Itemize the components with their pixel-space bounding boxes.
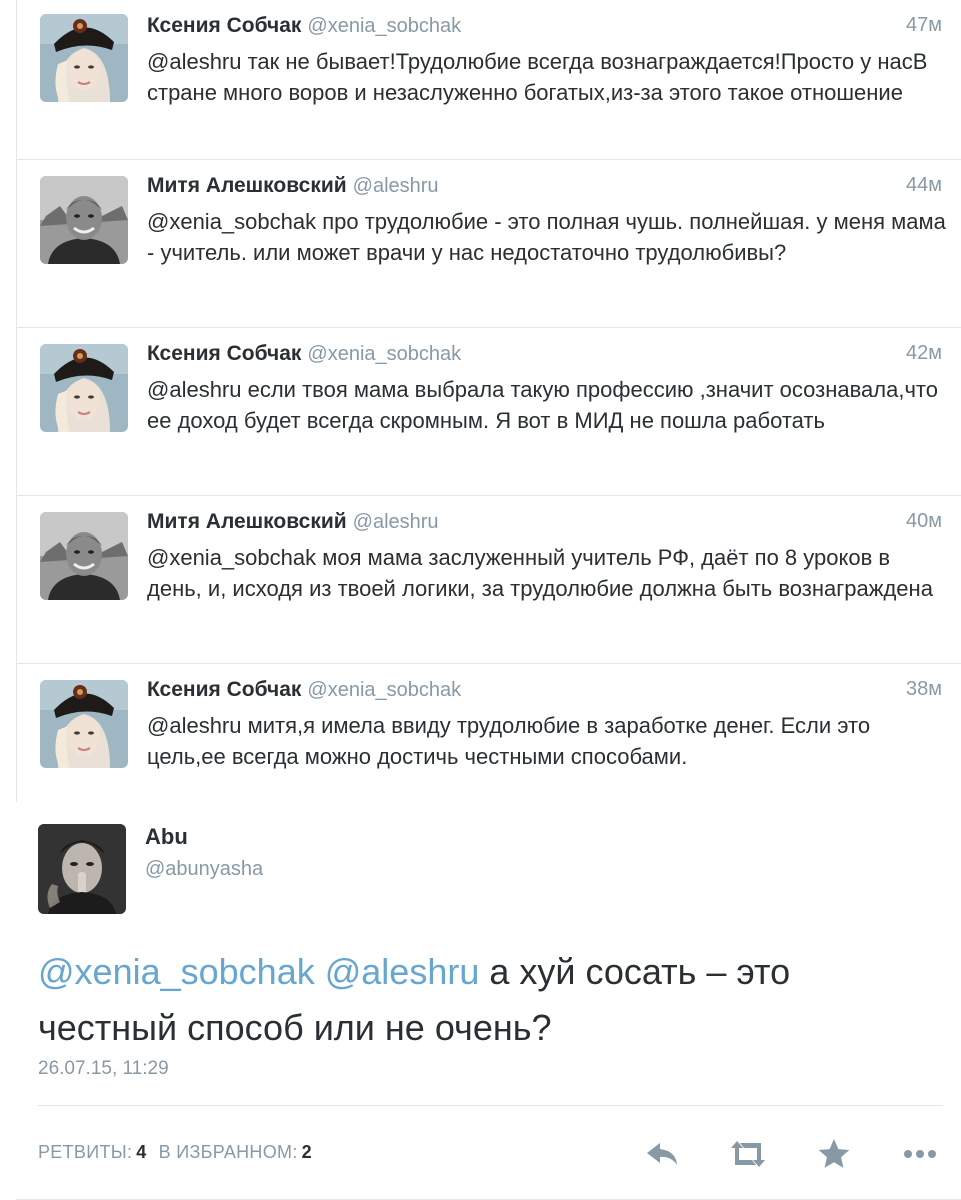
divider	[38, 1105, 943, 1106]
avatar[interactable]	[38, 824, 126, 914]
retweet-button[interactable]	[726, 1132, 770, 1176]
author-handle[interactable]: @xenia_sobchak	[307, 15, 461, 37]
tweet-text: @xenia_sobchak про трудолюбие - это полн…	[147, 209, 946, 265]
tweet-header: Ксения Собчак @xenia_sobchak 38м	[147, 678, 942, 708]
tweet-text: @xenia_sobchak @aleshru а хуй сосать – э…	[38, 944, 938, 1056]
author-handle[interactable]: @xenia_sobchak	[307, 679, 461, 701]
retweet-icon	[731, 1141, 765, 1167]
star-icon	[818, 1139, 850, 1168]
mention-link[interactable]: @xenia_sobchak	[38, 951, 315, 992]
more-icon	[904, 1150, 936, 1158]
tweet-item[interactable]: Ксения Собчак @xenia_sobchak 47м @aleshru…	[17, 0, 961, 160]
avatar[interactable]	[40, 512, 128, 600]
tweet-time[interactable]: 42м	[906, 342, 942, 365]
tweet-header: Ксения Собчак @xenia_sobchak 47м	[147, 14, 942, 44]
tweet-time[interactable]: 40м	[906, 510, 942, 533]
author-name[interactable]: Abu	[145, 824, 188, 850]
tweet-header: Митя Алешковский @aleshru 40м	[147, 510, 942, 540]
avatar[interactable]	[40, 176, 128, 264]
author-handle[interactable]: @aleshru	[353, 175, 439, 197]
tweet-text: @aleshru так не бывает!Трудолюбие всегда…	[147, 49, 928, 105]
tweet-item[interactable]: Митя Алешковский @aleshru 40м @xenia_sobc…	[17, 496, 961, 664]
tweet-time[interactable]: 38м	[906, 678, 942, 701]
author-handle[interactable]: @abunyasha	[145, 858, 263, 881]
author-name[interactable]: Ксения Собчак	[147, 342, 301, 365]
reply-button[interactable]	[640, 1132, 684, 1176]
avatar-image	[40, 344, 128, 432]
tweet-item[interactable]: Митя Алешковский @aleshru 44м @xenia_sobc…	[17, 160, 961, 328]
mention-link[interactable]: @aleshru	[325, 951, 480, 992]
avatar-image	[40, 176, 128, 264]
tweet-text: @xenia_sobchak моя мама заслуженный учит…	[147, 545, 933, 601]
avatar-image	[38, 824, 126, 914]
avatar[interactable]	[40, 344, 128, 432]
avatar[interactable]	[40, 14, 128, 102]
tweet-item[interactable]: Ксения Собчак @xenia_sobchak 42м @aleshru…	[17, 328, 961, 496]
author-handle[interactable]: @aleshru	[353, 511, 439, 533]
author-name[interactable]: Ксения Собчак	[147, 678, 301, 701]
tweet-time[interactable]: 47м	[906, 14, 942, 37]
author-name[interactable]: Митя Алешковский	[147, 174, 347, 197]
tweet-detail-screen: Ксения Собчак @xenia_sobchak 47м @aleshru…	[0, 0, 961, 1200]
tweet-header: Митя Алешковский @aleshru 44м	[147, 174, 942, 204]
tweet-header: Ксения Собчак @xenia_sobchak 42м	[147, 342, 942, 372]
author-handle[interactable]: @xenia_sobchak	[307, 343, 461, 365]
reply-icon	[647, 1143, 677, 1165]
tweet-detail: Abu @abunyasha @xenia_sobchak @aleshru а…	[0, 802, 961, 1200]
author-name[interactable]: Ксения Собчак	[147, 14, 301, 37]
avatar-image	[40, 512, 128, 600]
tweet-time[interactable]: 44м	[906, 174, 942, 197]
avatar[interactable]	[40, 680, 128, 768]
tweet-date: 26.07.15, 11:29	[38, 1058, 169, 1079]
tweet-text: @aleshru митя,я имела ввиду трудолюбие в…	[147, 713, 871, 769]
conversation-timeline: Ксения Собчак @xenia_sobchak 47м @aleshru…	[16, 0, 961, 832]
favorite-button[interactable]	[812, 1132, 856, 1176]
more-button[interactable]	[898, 1132, 942, 1176]
tweet-text: @aleshru если твоя мама выбрала такую пр…	[147, 377, 938, 433]
tweet-actions	[0, 1132, 961, 1176]
author-name[interactable]: Митя Алешковский	[147, 510, 347, 533]
avatar-image	[40, 14, 128, 102]
avatar-image	[40, 680, 128, 768]
